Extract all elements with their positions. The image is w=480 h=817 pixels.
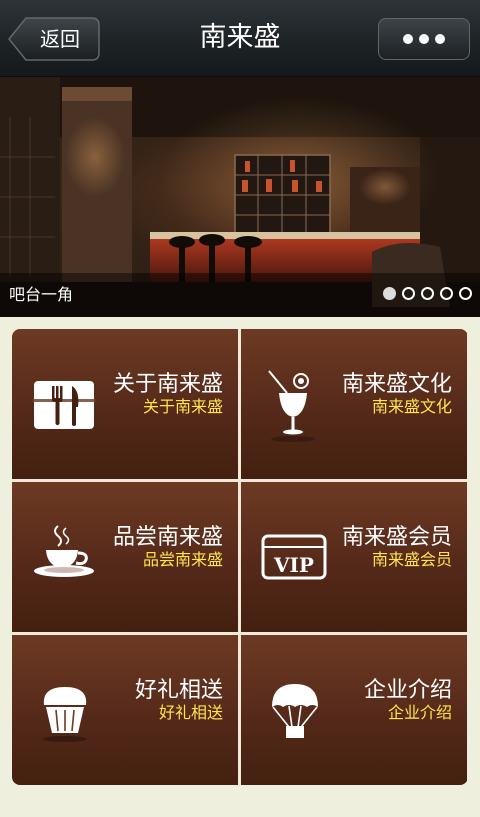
carousel-dot[interactable] [440, 287, 453, 300]
carousel-dot[interactable] [459, 287, 472, 300]
menu-grid: 关于南来盛 关于南来盛 南来盛文化 南来盛文化 品尝南来盛 品尝南来盛 VIP … [12, 329, 468, 785]
cocktail-icon [268, 370, 315, 442]
banner-carousel[interactable]: 吧台一角 [0, 77, 480, 317]
back-button[interactable]: 返回 [8, 17, 100, 61]
menu-tile-about[interactable]: 关于南来盛 关于南来盛 [12, 329, 238, 479]
banner-caption: 吧台一角 [9, 285, 74, 304]
more-options-button[interactable] [378, 18, 470, 60]
menu-tile-gifts[interactable]: 好礼相送 好礼相送 [12, 635, 238, 785]
more-dot-icon [403, 34, 413, 44]
cutlery-icon [32, 381, 96, 429]
menu-tile-subtitle: 品尝南来盛 [142, 550, 223, 569]
top-navigation-bar: 南来盛 返回 [0, 0, 480, 77]
banner-caption-bar: 吧台一角 [0, 273, 480, 317]
vip-text: VIP [273, 553, 314, 577]
back-button-label: 返回 [40, 27, 80, 51]
carousel-dot[interactable] [402, 287, 415, 300]
carousel-dot[interactable] [383, 287, 396, 300]
coffee-cup-icon [34, 525, 94, 577]
menu-tile-subtitle: 企业介绍 [387, 703, 452, 722]
menu-tile-subtitle: 南来盛文化 [371, 397, 452, 416]
vip-card-icon: VIP [261, 534, 327, 580]
carousel-dot[interactable] [421, 287, 434, 300]
menu-tile-subtitle: 南来盛会员 [371, 550, 452, 569]
menu-tile-subtitle: 好礼相送 [158, 703, 223, 722]
menu-tile-culture[interactable]: 南来盛文化 南来盛文化 [241, 329, 467, 479]
more-dot-icon [419, 34, 429, 44]
menu-tile-company[interactable]: 企业介绍 企业介绍 [241, 635, 467, 785]
carousel-indicators [383, 287, 472, 300]
menu-tile-taste[interactable]: 品尝南来盛 品尝南来盛 [12, 482, 238, 632]
menu-tile-subtitle: 关于南来盛 [142, 397, 223, 416]
cupcake-icon [43, 687, 87, 742]
parachute-icon [272, 684, 318, 738]
menu-tile-membership[interactable]: VIP 南来盛会员 南来盛会员 [241, 482, 467, 632]
more-dot-icon [435, 34, 445, 44]
